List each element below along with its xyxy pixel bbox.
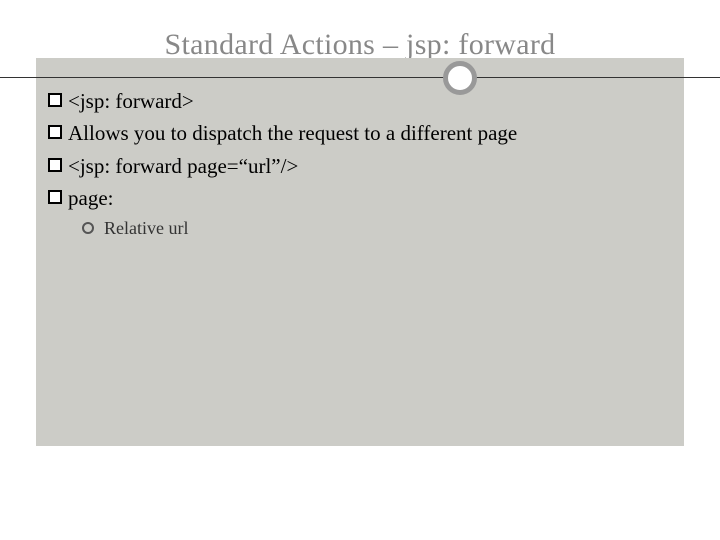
bullet-text: page: xyxy=(68,183,672,213)
square-bullet-icon xyxy=(48,158,62,172)
ring-icon xyxy=(443,61,477,95)
bullet-text: Allows you to dispatch the request to a … xyxy=(68,118,672,148)
square-bullet-icon xyxy=(48,190,62,204)
slide-title: Standard Actions – jsp: forward xyxy=(40,28,680,62)
circle-bullet-icon xyxy=(82,222,94,234)
square-bullet-icon xyxy=(48,125,62,139)
sub-bullet-text: Relative url xyxy=(104,218,188,239)
content-box: <jsp: forward> Allows you to dispatch th… xyxy=(36,58,684,446)
bullet-item: <jsp: forward> xyxy=(48,86,672,116)
bullet-item: <jsp: forward page=“url”/> xyxy=(48,151,672,181)
bullet-item: Allows you to dispatch the request to a … xyxy=(48,118,672,148)
title-divider: <jsp: forward> Allows you to dispatch th… xyxy=(40,58,680,98)
bullet-item: page: xyxy=(48,183,672,213)
slide: Standard Actions – jsp: forward <jsp: fo… xyxy=(0,0,720,540)
bullet-text: <jsp: forward> xyxy=(68,86,672,116)
horizontal-rule xyxy=(0,77,720,78)
sub-bullet-item: Relative url xyxy=(82,218,672,239)
bullet-text: <jsp: forward page=“url”/> xyxy=(68,151,672,181)
square-bullet-icon xyxy=(48,93,62,107)
